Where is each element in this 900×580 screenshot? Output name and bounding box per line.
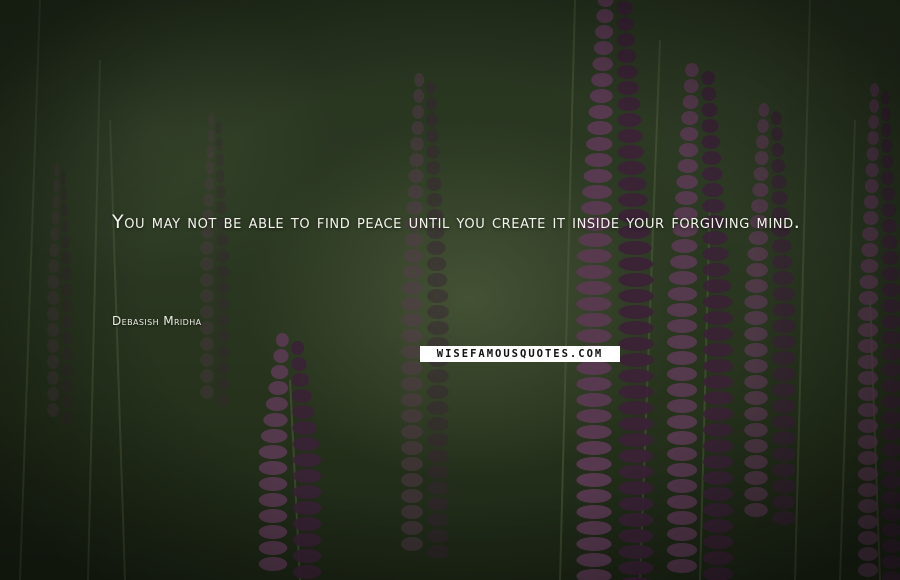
lupine-spike bbox=[857, 83, 900, 580]
lupine-spike bbox=[47, 163, 73, 425]
watermark-logo: WISEFAMOUSQUOTES.COM bbox=[420, 346, 620, 362]
lupine-flowers-background bbox=[19, 0, 900, 580]
quote-text: You may not be able to find peace until … bbox=[112, 211, 801, 233]
grass-stem bbox=[839, 119, 856, 580]
lupine-spike bbox=[576, 0, 654, 580]
lupine-spikes bbox=[47, 0, 900, 580]
quote-image: You may not be able to find peace until … bbox=[0, 0, 900, 580]
lupine-spike bbox=[200, 113, 230, 407]
grass-stem bbox=[87, 59, 101, 580]
quote-author: Debasish Mridha bbox=[112, 314, 202, 328]
grass-stem bbox=[794, 0, 811, 580]
grass-stem bbox=[559, 0, 576, 580]
grass-stem bbox=[109, 119, 126, 580]
lupine-spike bbox=[666, 63, 734, 580]
lupine-spike bbox=[258, 333, 322, 579]
grass-stem bbox=[19, 0, 41, 580]
lupine-spike bbox=[744, 103, 796, 525]
lupine-spike bbox=[401, 73, 449, 559]
